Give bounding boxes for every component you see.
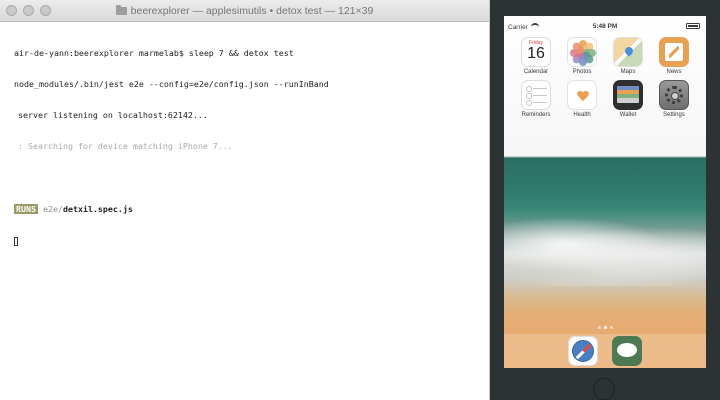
heart-icon [577,91,589,102]
terminal-window[interactable]: beerexplorer — applesimutils • detox tes… [0,0,490,400]
terminal-cursor [14,236,18,246]
settings-icon [659,80,689,110]
photos-icon [567,37,597,67]
minimize-window-button[interactable] [23,5,34,16]
health-icon [567,80,597,110]
app-grid: Friday 16 Calendar Photos Maps News Remi… [513,37,697,118]
terminal-server-line: server listening on localhost:62142... [18,110,208,121]
app-label: Health [573,112,591,118]
app-label: Photos [572,69,592,75]
app-settings[interactable]: Settings [651,80,697,118]
terminal-command-line: node_modules/.bin/jest e2e --config=e2e/… [14,79,329,90]
test-file-dir: e2e/ [42,203,63,214]
app-label: Reminders [521,112,551,118]
folder-icon [115,4,127,15]
page-dot [609,326,613,329]
calendar-icon: Friday 16 [521,37,551,67]
home-button[interactable] [593,378,615,400]
test-file-name: detxil.spec.js [62,203,133,214]
app-photos[interactable]: Photos [559,37,605,75]
messages-icon[interactable] [612,336,642,366]
close-window-button[interactable] [6,5,17,16]
app-news[interactable]: News [651,37,697,75]
terminal-output[interactable]: air-de-yann:beerexplorer marmelab$ sleep… [0,22,489,266]
app-label: Calendar [523,69,549,75]
page-indicator[interactable] [504,326,706,329]
app-calendar[interactable]: Friday 16 Calendar [513,37,559,75]
window-controls [6,5,51,16]
terminal-title-text: beerexplorer — applesimutils • detox tes… [130,4,374,17]
wallet-icon [613,80,643,110]
status-bar: Carrier 5:48 PM [504,16,706,34]
terminal-titlebar[interactable]: beerexplorer — applesimutils • detox tes… [0,0,489,22]
app-health[interactable]: Health [559,80,605,118]
app-label: Settings [663,112,685,118]
maps-icon [613,37,643,67]
page-dot-active [603,326,607,329]
safari-icon[interactable] [568,336,598,366]
terminal-prompt-line: air-de-yann:beerexplorer marmelab$ sleep… [14,47,294,58]
terminal-search-line: : Searching for device matching iPhone 7… [18,141,233,152]
app-label: Wallet [619,112,637,118]
iphone-simulator: Carrier 5:48 PM Friday 16 Calendar Photo… [490,0,720,400]
status-time: 5:48 PM [592,23,618,30]
page-dot [597,326,601,329]
wallpaper-waves [504,216,706,286]
app-wallet[interactable]: Wallet [605,80,651,118]
zoom-window-button[interactable] [40,5,51,16]
app-label: News [666,69,682,75]
runs-badge: RUNS [14,203,38,214]
test-run-status: RUNS e2e/detxil.spec.js [14,203,489,215]
home-screen[interactable]: Carrier 5:48 PM Friday 16 Calendar Photo… [504,16,706,368]
app-reminders[interactable]: Reminders [513,80,559,118]
battery-icon [686,23,700,29]
calendar-date: 16 [527,45,545,62]
app-maps[interactable]: Maps [605,37,651,75]
terminal-title: beerexplorer — applesimutils • detox tes… [115,4,374,17]
app-label: Maps [620,69,636,75]
reminders-icon [521,80,551,110]
news-icon [659,37,689,67]
dock [504,334,706,368]
